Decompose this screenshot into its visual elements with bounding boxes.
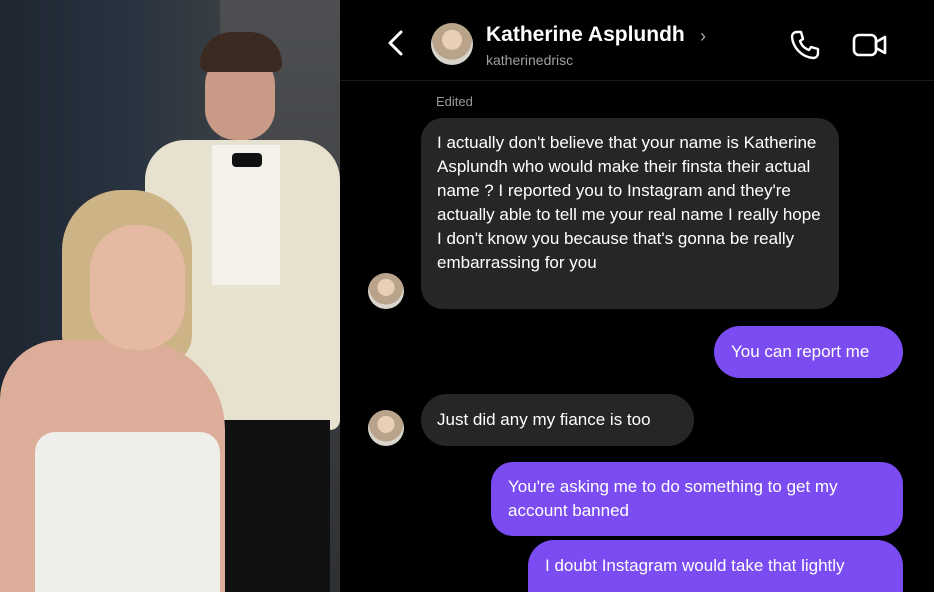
wedding-photo <box>0 0 340 592</box>
chat-header: Katherine Asplundh › katherinedrisc <box>340 0 934 81</box>
phone-icon[interactable] <box>788 28 822 62</box>
avatar[interactable] <box>368 273 404 309</box>
groom-hair <box>200 32 282 72</box>
groom-bowtie <box>232 153 262 167</box>
message-bubble-incoming[interactable]: Just did any my fiance is too <box>421 394 694 446</box>
dm-thread: Katherine Asplundh › katherinedrisc Edit… <box>340 0 934 592</box>
contact-name[interactable]: Katherine Asplundh <box>486 23 685 47</box>
message-bubble-incoming[interactable]: I actually don't believe that your name … <box>421 118 839 309</box>
message-bubble-outgoing[interactable]: I doubt Instagram would take that lightl… <box>528 540 903 592</box>
contact-handle: katherinedrisc <box>486 52 574 68</box>
message-bubble-outgoing[interactable]: You're asking me to do something to get … <box>491 462 903 536</box>
bride-dress <box>35 432 220 592</box>
back-arrow-icon[interactable] <box>382 28 412 58</box>
video-camera-icon[interactable] <box>851 28 889 62</box>
avatar[interactable] <box>368 410 404 446</box>
bride-face <box>90 225 185 350</box>
avatar[interactable] <box>431 23 473 65</box>
edited-label: Edited <box>436 94 473 109</box>
chevron-right-icon[interactable]: › <box>700 26 706 47</box>
groom-trousers <box>210 420 330 592</box>
message-bubble-outgoing[interactable]: You can report me <box>714 326 903 378</box>
